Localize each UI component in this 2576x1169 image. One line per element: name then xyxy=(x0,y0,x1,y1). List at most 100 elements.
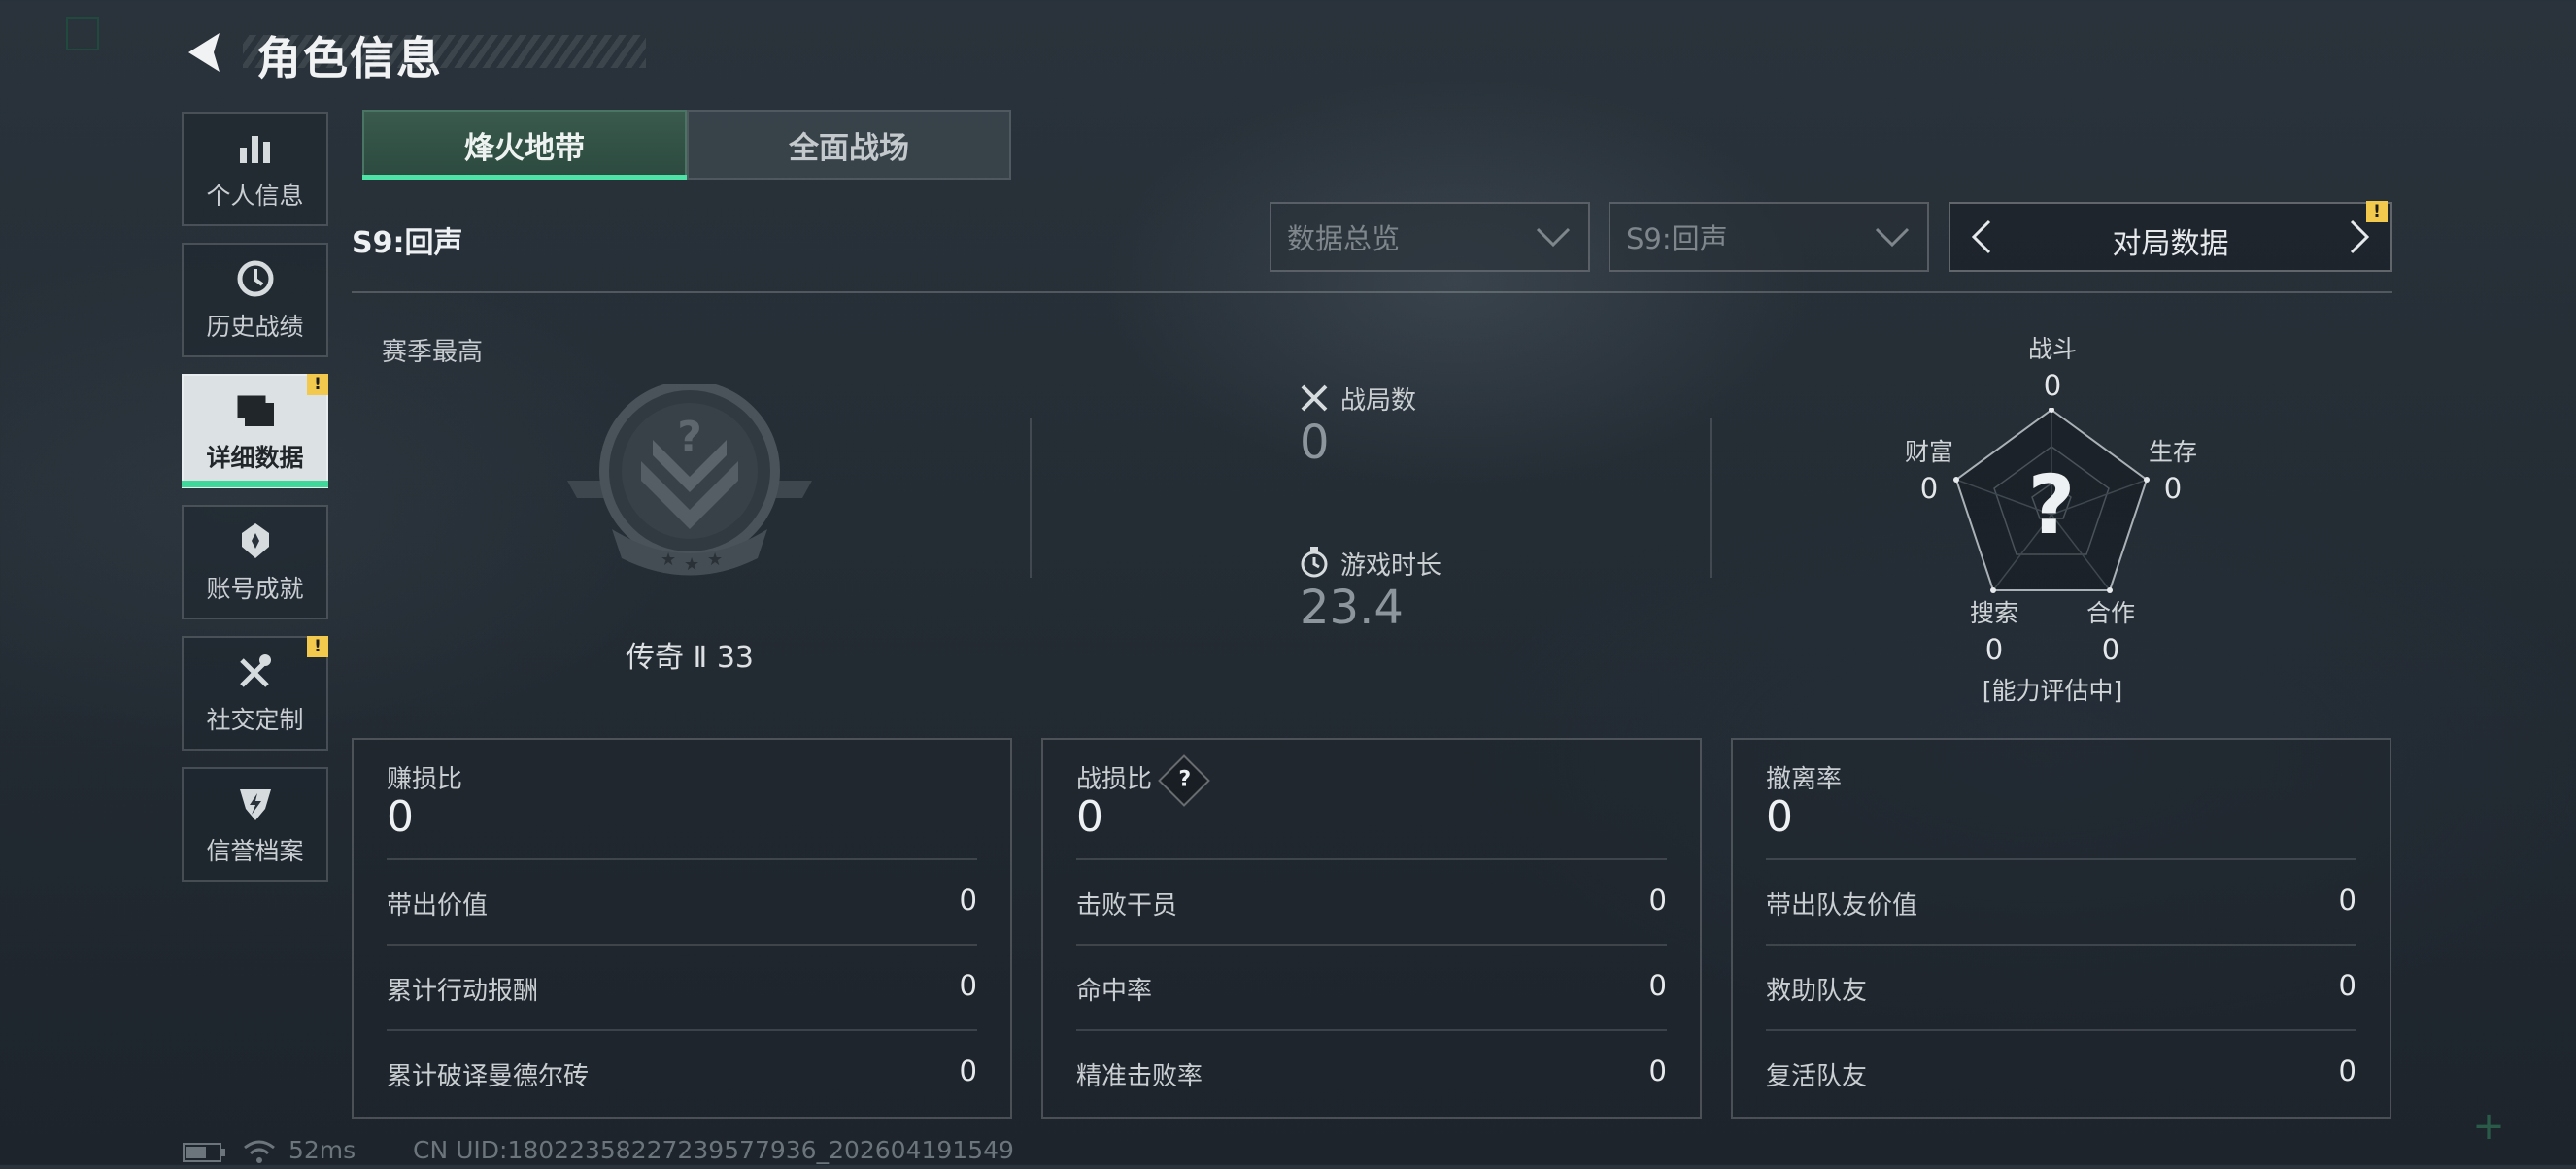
stopwatch-icon xyxy=(1300,547,1329,582)
stat-row-value: 0 xyxy=(959,884,977,917)
radar-value-cooperation: 0 xyxy=(2101,633,2120,666)
sidebar-item-achievements[interactable]: 账号成就 xyxy=(182,505,328,619)
back-button[interactable] xyxy=(181,27,231,78)
radar-value-combat: 0 xyxy=(2043,369,2062,402)
stat-row: 复活队友 0 xyxy=(1766,1029,2356,1117)
card-value: 0 xyxy=(1766,792,1793,842)
radar-center-glyph: ? xyxy=(2027,457,2076,552)
rank-text: 传奇 Ⅱ 33 xyxy=(625,641,754,675)
kd-ratio-card: 战损比? 0 击败干员 0 命中率 0 精准击败率 0 xyxy=(1041,738,1702,1119)
stat-row: 救助队友 0 xyxy=(1766,944,2356,1031)
sidebar-item-history[interactable]: 历史战绩 xyxy=(182,243,328,357)
profit-ratio-card: 赚损比 0 带出价值 0 累计行动报酬 0 累计破译曼德尔砖 0 xyxy=(352,738,1012,1119)
stat-row-label: 击败干员 xyxy=(1076,891,1178,920)
dropdown-value: S9:回声 xyxy=(1626,222,1728,255)
sidebar-item-personal-info[interactable]: 个人信息 xyxy=(182,112,328,226)
card-value: 0 xyxy=(1076,792,1103,842)
tab-full-battlefield[interactable]: 全面战场 xyxy=(687,110,1011,180)
playtime-value: 23.4 xyxy=(1300,581,1404,635)
divider xyxy=(1030,418,1032,578)
stat-row: 累计破译曼德尔砖 0 xyxy=(387,1029,977,1117)
radar-label-wealth: 财富 xyxy=(1904,438,1953,466)
season-dropdown[interactable]: S9:回声 xyxy=(1609,202,1929,272)
active-indicator xyxy=(182,481,328,487)
radar-label-combat: 战斗 xyxy=(2027,335,2077,363)
radar-value-search: 0 xyxy=(1984,633,2004,666)
chevron-down-icon xyxy=(1875,227,1910,248)
stat-row-label: 复活队友 xyxy=(1766,1062,1868,1091)
help-icon[interactable]: ? xyxy=(1158,753,1210,807)
next-page-button[interactable] xyxy=(2338,217,2377,256)
stat-row: 带出队友价值 0 xyxy=(1766,858,2356,946)
tab-beacon-zone[interactable]: 烽火地带 xyxy=(362,110,687,180)
stat-row-value: 0 xyxy=(1648,969,1667,1002)
stat-row: 命中率 0 xyxy=(1076,944,1667,1031)
page-title: 角色信息 xyxy=(256,32,443,84)
corner-decoration xyxy=(66,17,99,50)
overview-dropdown[interactable]: 数据总览 xyxy=(1270,202,1590,272)
matches-value: 0 xyxy=(1300,416,1330,470)
crossed-swords-icon xyxy=(1300,384,1329,417)
sidebar-item-label: 社交定制 xyxy=(206,706,304,734)
match-data-pager: 对局数据 xyxy=(1949,202,2392,272)
stat-row: 精准击败率 0 xyxy=(1076,1029,1667,1117)
sidebar-item-label: 个人信息 xyxy=(206,182,304,210)
stat-row-label: 累计破译曼德尔砖 xyxy=(387,1062,590,1091)
ability-radar-chart: ? xyxy=(1952,407,2151,602)
folder-data-icon xyxy=(234,388,277,431)
chevron-right-icon xyxy=(2350,219,2370,254)
svg-text:★: ★ xyxy=(684,554,699,575)
history-clock-icon xyxy=(234,257,277,300)
alert-badge: ! xyxy=(307,374,328,395)
playtime-label: 游戏时长 xyxy=(1340,551,1442,581)
alert-badge: ! xyxy=(2366,201,2388,222)
uid-text: CN UID:18022358227239577936_202604191549 xyxy=(413,1136,1014,1164)
svg-text:?: ? xyxy=(677,413,702,462)
stat-row-value: 0 xyxy=(2338,1054,2356,1087)
bar-chart-icon xyxy=(234,126,277,169)
radar-status: [能力评估中] xyxy=(1982,677,2123,705)
dropdown-value: 数据总览 xyxy=(1287,222,1401,255)
chevron-down-icon xyxy=(1536,227,1571,248)
radar-label-cooperation: 合作 xyxy=(2085,599,2135,627)
sidebar-item-label: 信誉档案 xyxy=(206,837,304,865)
radar-value-wealth: 0 xyxy=(1919,472,1939,505)
back-arrow-icon xyxy=(188,33,220,72)
tools-icon xyxy=(234,651,277,693)
stat-row-value: 0 xyxy=(959,1054,977,1087)
card-value: 0 xyxy=(387,792,414,842)
stat-row-value: 0 xyxy=(1648,1054,1667,1087)
stat-row: 带出价值 0 xyxy=(387,858,977,946)
battery-icon xyxy=(183,1142,227,1167)
card-title: 撤离率 xyxy=(1766,765,1843,794)
shield-lightning-icon xyxy=(234,782,277,824)
radar-value-survival: 0 xyxy=(2163,472,2183,505)
sidebar-item-label: 历史战绩 xyxy=(206,313,304,341)
rank-badge-icon: ? ★ ★ ★ xyxy=(563,381,816,587)
stat-row-value: 0 xyxy=(2338,969,2356,1002)
stat-row-label: 带出队友价值 xyxy=(1766,891,1918,920)
plus-decoration-icon: + xyxy=(2472,1104,2505,1149)
sidebar-item-label: 详细数据 xyxy=(206,444,304,472)
radar-label-search: 搜索 xyxy=(1969,599,2018,627)
alert-badge: ! xyxy=(307,636,328,657)
svg-text:★: ★ xyxy=(661,550,676,570)
sidebar-item-label: 账号成就 xyxy=(206,575,304,603)
stat-row-value: 0 xyxy=(959,969,977,1002)
matches-label: 战局数 xyxy=(1340,386,1417,416)
extraction-rate-card: 撤离率 0 带出队友价值 0 救助队友 0 复活队友 0 xyxy=(1731,738,2391,1119)
stat-row-label: 救助队友 xyxy=(1766,977,1868,1006)
help-glyph: ? xyxy=(1178,766,1192,791)
stat-row: 累计行动报酬 0 xyxy=(387,944,977,1031)
sidebar-item-reputation[interactable]: 信誉档案 xyxy=(182,767,328,882)
stat-row: 击败干员 0 xyxy=(1076,858,1667,946)
active-tab-indicator xyxy=(362,175,687,180)
stat-row-label: 命中率 xyxy=(1076,977,1153,1006)
divider xyxy=(352,291,2392,293)
divider xyxy=(1710,418,1712,578)
stat-row-label: 精准击败率 xyxy=(1076,1062,1203,1091)
card-title: 战损比 xyxy=(1076,765,1153,794)
card-title: 赚损比 xyxy=(387,765,463,794)
stat-row-value: 0 xyxy=(1648,884,1667,917)
radar-label-survival: 生存 xyxy=(2148,438,2197,466)
